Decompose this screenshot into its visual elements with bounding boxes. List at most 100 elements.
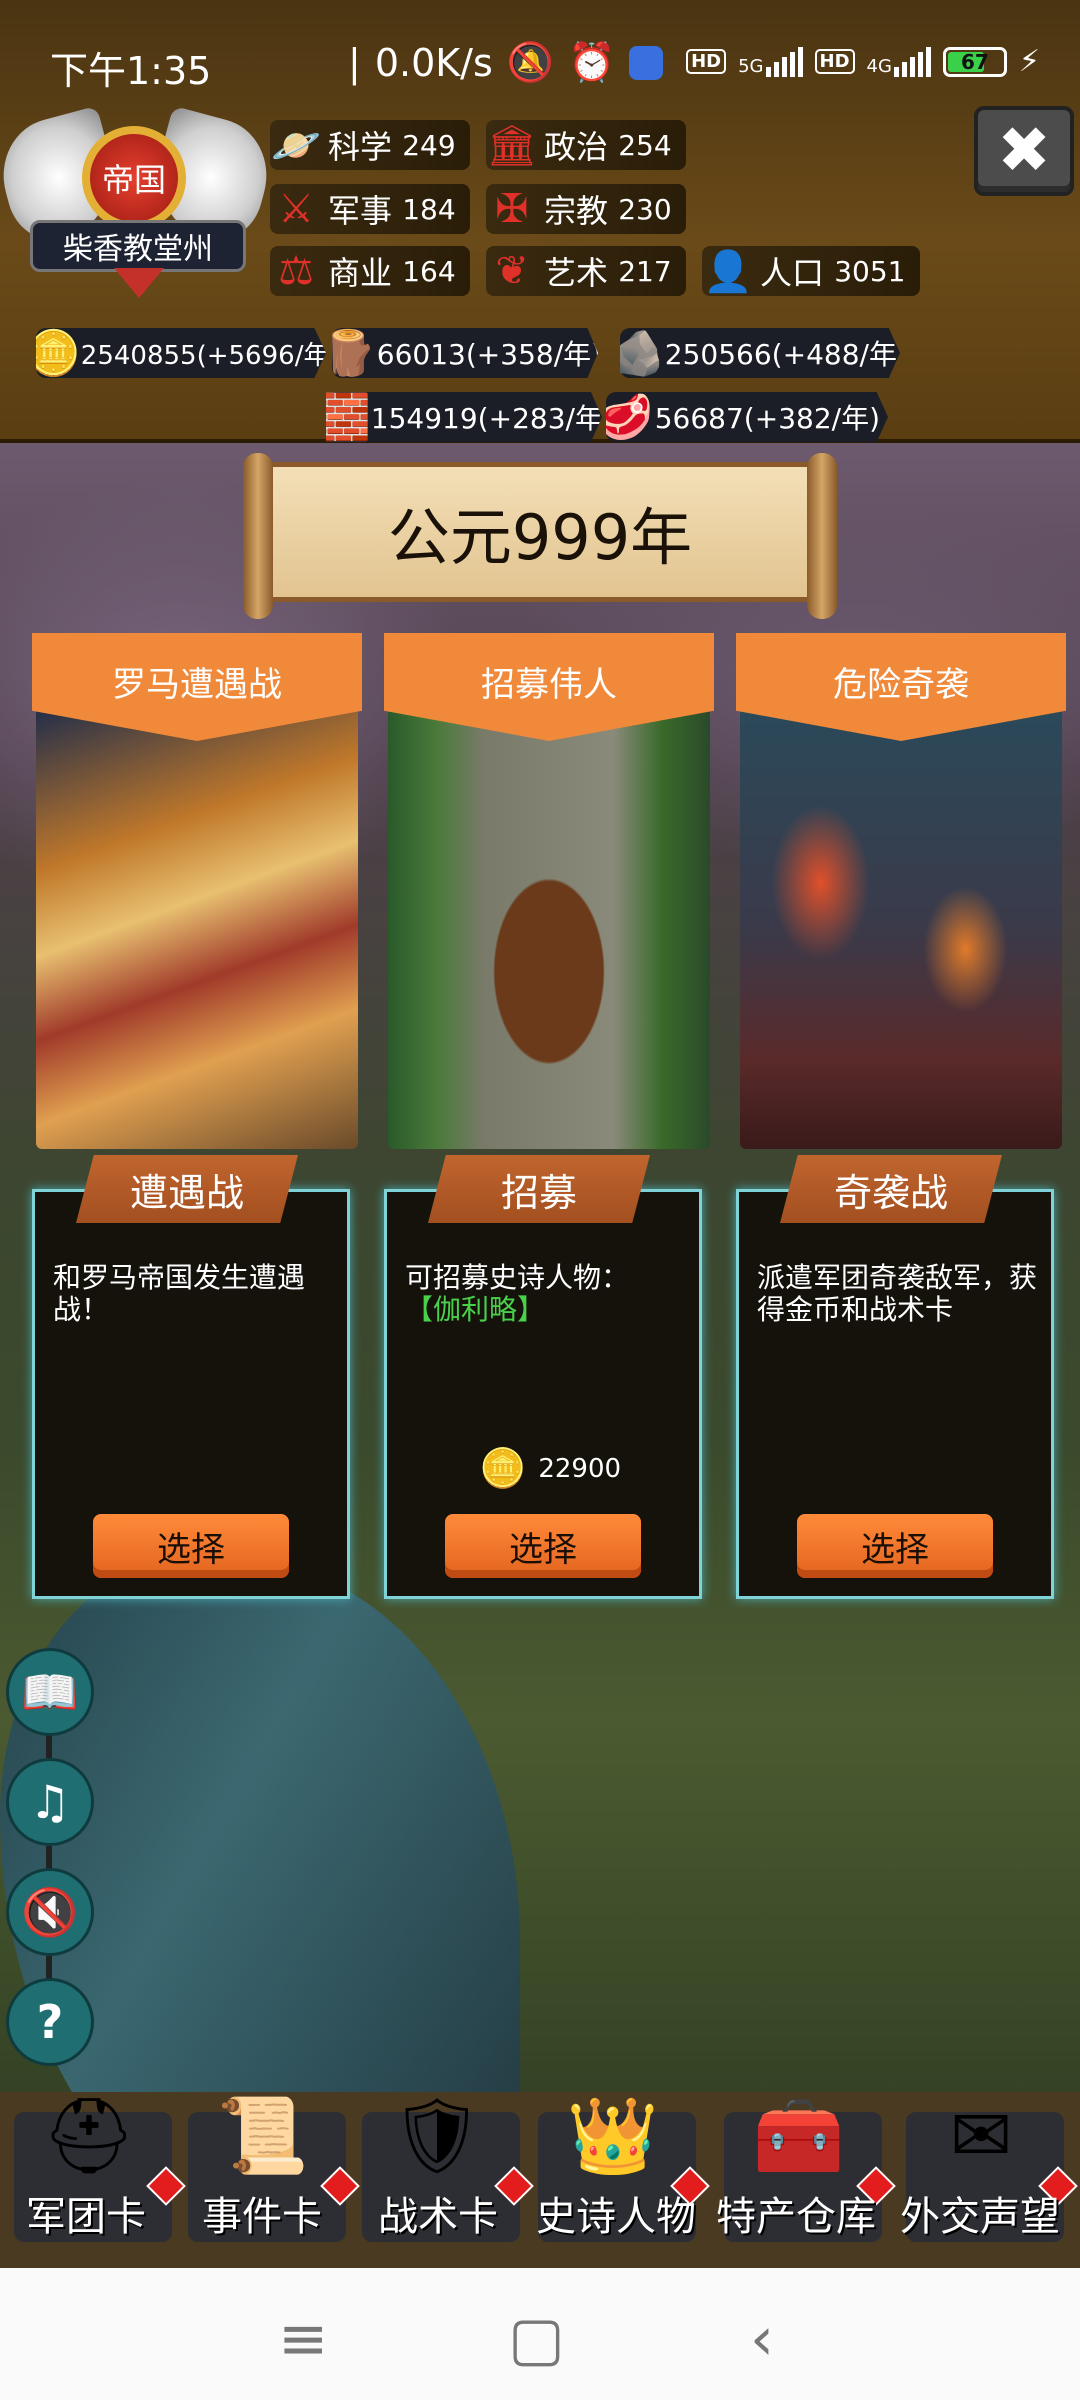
stat-religion[interactable]: ✠ 宗教 230 xyxy=(486,184,686,234)
resource-stone[interactable]: 🪨 250566(+488/年) xyxy=(620,328,900,378)
card-description-text: 可招募史诗人物： xyxy=(405,1261,630,1294)
tool-label: 外交声望 xyxy=(900,2194,1060,2240)
card-description: 和罗马帝国发生遭遇战！ xyxy=(53,1261,306,1326)
tool-epic-figures[interactable]: 👑 史诗人物 xyxy=(536,2093,710,2242)
card-type: 招募 xyxy=(500,1170,577,1215)
card-type: 遭遇战 xyxy=(129,1170,244,1215)
card-title: 罗马遭遇战 xyxy=(112,665,282,705)
select-button[interactable]: 选择 xyxy=(797,1514,993,1578)
status-bar: 下午1:35 | 0.0K/s 🔕 ⏰ HD 5G HD 4G 67 ⚡ xyxy=(0,0,1080,120)
mute-bell-icon: 🔕 xyxy=(506,40,555,84)
resource-gold[interactable]: 🪙 2540855(+5696/年 xyxy=(36,328,326,378)
resource-wood[interactable]: 🪵 66013(+358/年) xyxy=(332,328,598,378)
gold-icon: 🪙 xyxy=(26,328,81,379)
sound-off-icon: 🔇 xyxy=(21,1884,79,1939)
tool-event-cards[interactable]: 📜 事件卡 xyxy=(188,2093,360,2242)
resource-text: 56687(+382/年) xyxy=(654,402,880,435)
resource-text: 250566(+488/年) xyxy=(664,338,908,371)
card-art-cathedral xyxy=(388,705,710,1149)
stat-label: 科学 xyxy=(328,128,393,166)
question-icon: ? xyxy=(36,1995,64,2049)
alarm-icon: ⏰ xyxy=(568,40,616,84)
resource-iron[interactable]: 🧱 154919(+283/年) xyxy=(326,392,602,442)
helmet-icon: ⛑ xyxy=(42,2092,136,2179)
status-time: 下午1:35 xyxy=(50,49,212,93)
hd-icon-2: HD xyxy=(814,49,855,74)
meat-icon: 🥩 xyxy=(597,392,653,443)
app-notification-icon xyxy=(629,45,664,80)
select-button[interactable]: 选择 xyxy=(93,1514,289,1578)
empire-emblem[interactable]: 帝国 柴香教堂州 xyxy=(0,105,280,298)
help-button[interactable]: ? xyxy=(6,1978,94,2066)
stat-label: 宗教 xyxy=(544,192,609,230)
stat-label: 艺术 xyxy=(544,254,609,292)
science-icon: 🪐 xyxy=(271,122,321,169)
stat-military[interactable]: ⚔ 军事 184 xyxy=(270,184,470,234)
card-art-raid xyxy=(740,705,1062,1149)
menu-icon[interactable]: ≡ xyxy=(278,2304,328,2374)
resource-text: 154919(+283/年) xyxy=(370,402,614,435)
tool-legion-cards[interactable]: ⛑ 军团卡 xyxy=(14,2093,186,2242)
tool-label: 事件卡 xyxy=(202,2194,322,2240)
notebook-icon: 📖 xyxy=(21,1664,79,1719)
event-card-encounter: 罗马遭遇战 遭遇战 和罗马帝国发生遭遇战！ 选择 xyxy=(32,633,362,1599)
card-body: 和罗马帝国发生遭遇战！ 选择 xyxy=(32,1189,350,1599)
stat-value: 254 xyxy=(618,128,672,162)
gold-coins-icon: 🪙 xyxy=(479,1446,527,1490)
event-card-raid: 危险奇袭 奇袭战 派遣军团奇袭敌军，获得金币和战术卡 选择 xyxy=(736,633,1066,1599)
back-icon[interactable]: ‹ xyxy=(750,2304,774,2374)
stat-politics[interactable]: 🏛 政治 254 xyxy=(486,120,686,170)
stat-label: 商业 xyxy=(328,254,393,292)
select-label: 选择 xyxy=(861,1529,929,1570)
tool-specialty-warehouse[interactable]: 🧰 特产仓库 xyxy=(716,2093,896,2242)
chest-icon: 🧰 xyxy=(752,2092,846,2179)
wood-icon: 🪵 xyxy=(322,328,377,379)
chain-link xyxy=(46,1734,52,1758)
tool-label: 军团卡 xyxy=(26,2194,146,2240)
resource-meat[interactable]: 🥩 56687(+382/年) xyxy=(606,392,888,442)
card-body: 派遣军团奇袭敌军，获得金币和战术卡 选择 xyxy=(736,1189,1054,1599)
stat-value: 3051 xyxy=(834,254,906,288)
sound-toggle-button[interactable]: 🔇 xyxy=(6,1868,94,1956)
empire-title: 帝国 xyxy=(101,161,166,199)
hd-icon: HD xyxy=(686,49,727,74)
card-title: 危险奇袭 xyxy=(833,665,969,705)
stat-value: 217 xyxy=(618,254,672,288)
system-nav-bar: ≡ ▢ ‹ xyxy=(0,2268,1080,2400)
politics-icon: 🏛 xyxy=(486,122,538,169)
music-toggle-button[interactable]: ♫ xyxy=(6,1758,94,1846)
battery-icon: 67 xyxy=(942,46,1007,77)
status-left-icons: | 0.0K/s 🔕 ⏰ xyxy=(348,40,664,85)
tool-label: 史诗人物 xyxy=(536,2194,696,2240)
shield-swords-icon: 🛡 xyxy=(390,2092,484,2179)
tool-diplomatic-prestige[interactable]: ✉ 外交声望 xyxy=(900,2093,1078,2242)
event-card-recruit: 招募伟人 招募 可招募史诗人物： 【伽利略】 🪙 22900 选择 xyxy=(384,633,714,1599)
card-type-tab: 招募 xyxy=(428,1155,650,1223)
stat-science[interactable]: 🪐 科学 249 xyxy=(270,120,470,170)
card-type-tab: 遭遇战 xyxy=(76,1155,298,1223)
tool-tactic-cards[interactable]: 🛡 战术卡 xyxy=(362,2093,534,2242)
recruit-cost: 🪙 22900 xyxy=(479,1446,621,1491)
select-label: 选择 xyxy=(509,1529,577,1570)
close-icon: ✖ xyxy=(997,114,1051,188)
art-icon: ❦ xyxy=(495,248,529,294)
stat-art[interactable]: ❦ 艺术 217 xyxy=(486,246,686,296)
card-description: 可招募史诗人物： 【伽利略】 xyxy=(405,1262,695,1326)
stone-icon: 🪨 xyxy=(610,328,665,379)
notes-button[interactable]: 📖 xyxy=(6,1648,94,1736)
tool-label: 特产仓库 xyxy=(716,2194,876,2240)
population-icon: 👤 xyxy=(703,248,753,295)
scroll-icon: 📜 xyxy=(216,2092,310,2179)
home-icon[interactable]: ▢ xyxy=(508,2304,565,2374)
stat-value: 249 xyxy=(402,128,456,162)
stat-population[interactable]: 👤 人口 3051 xyxy=(702,246,920,296)
commerce-icon: ⚖ xyxy=(278,248,314,294)
select-button[interactable]: 选择 xyxy=(445,1514,641,1578)
resource-text: 2540855(+5696/年 xyxy=(80,340,330,371)
stat-commerce[interactable]: ⚖ 商业 164 xyxy=(270,246,470,296)
religion-icon: ✠ xyxy=(495,186,529,232)
close-button[interactable]: ✖ xyxy=(974,106,1074,196)
region-name: 柴香教堂州 xyxy=(63,232,213,267)
stat-value: 230 xyxy=(618,192,672,226)
empire-shield: 帝国 xyxy=(82,126,186,230)
